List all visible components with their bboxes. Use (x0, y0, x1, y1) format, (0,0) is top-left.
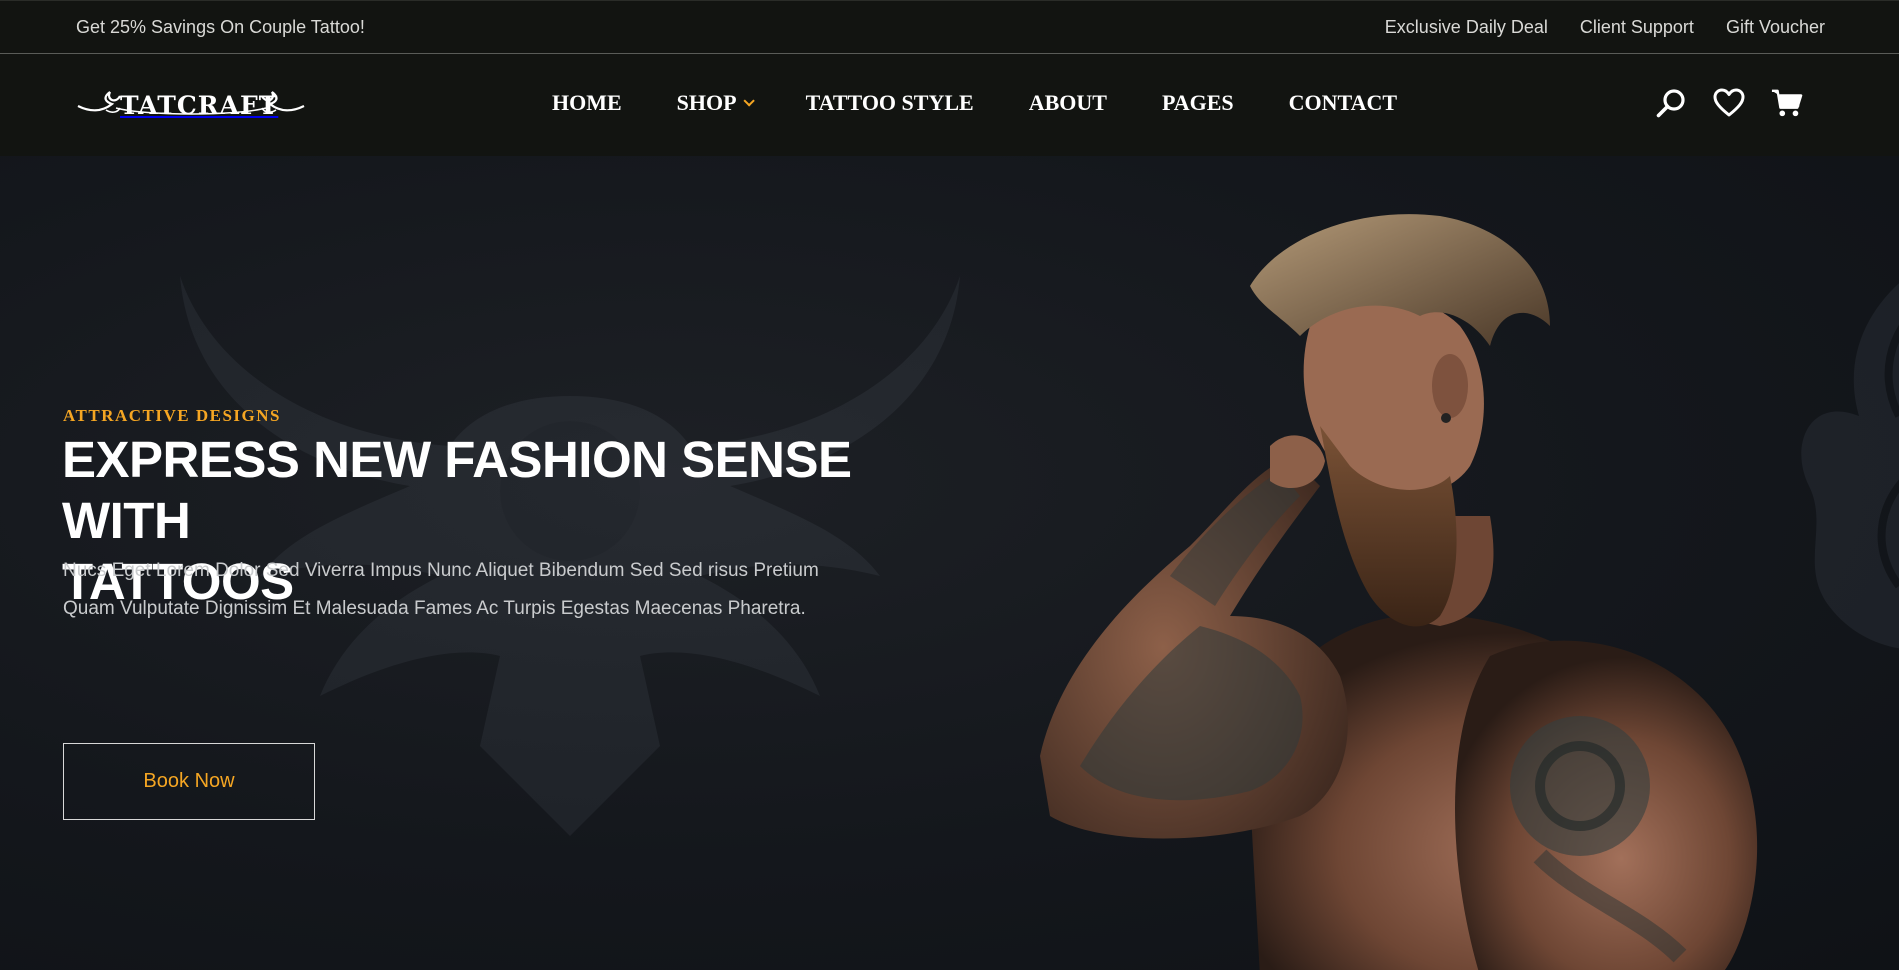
top-link-gift-voucher[interactable]: Gift Voucher (1726, 17, 1825, 38)
nav-shop-label: SHOP (676, 90, 737, 115)
nav-contact[interactable]: CONTACT (1289, 90, 1397, 116)
nav-contact-label: CONTACT (1288, 90, 1398, 115)
cart-icon[interactable] (1771, 86, 1803, 120)
site-logo[interactable]: TATCRAFT (76, 82, 306, 128)
top-link-client-support[interactable]: Client Support (1580, 17, 1694, 38)
nav-home[interactable]: HOME (552, 90, 622, 116)
top-links: Exclusive Daily Deal Client Support Gift… (1385, 17, 1825, 38)
hero-section: ATTRACTIVE DESIGNS EXPRESS NEW FASHION S… (0, 156, 1899, 970)
nav-pages[interactable]: PAGES (1162, 90, 1234, 116)
hero-description-line-1: Nucs Eget Lorem Dolor Sed Viverra Impus … (63, 560, 819, 581)
hero-description: Nucs Eget Lorem Dolor Sed Viverra Impus … (63, 552, 923, 628)
main-nav: HOME SHOP TATTOO STYLE ABOUT PAGES CONTA… (552, 90, 1397, 116)
book-now-button[interactable]: Book Now (63, 743, 315, 820)
main-header: TATCRAFT HOME SHOP TATTOO STYLE ABOUT PA… (0, 54, 1899, 156)
nav-shop[interactable]: SHOP (676, 90, 755, 116)
hero-eyebrow: ATTRACTIVE DESIGNS (63, 406, 281, 425)
hero-headline-line-1: EXPRESS NEW FASHION SENSE WITH (62, 431, 852, 549)
top-bar: Get 25% Savings On Couple Tattoo! Exclus… (0, 0, 1899, 54)
heart-icon[interactable] (1713, 86, 1745, 120)
logo-text: TATCRAFT (120, 90, 279, 120)
nav-tattoo-style-label: TATTOO STYLE (805, 90, 974, 115)
chevron-down-icon (743, 95, 755, 107)
search-icon[interactable] (1655, 86, 1687, 120)
promo-text: Get 25% Savings On Couple Tattoo! (76, 16, 365, 37)
hero-description-line-2: Quam Vulputate Dignissim Et Malesuada Fa… (63, 598, 806, 619)
nav-pages-label: PAGES (1161, 90, 1234, 115)
header-icons (1655, 86, 1803, 120)
top-link-exclusive-daily-deal[interactable]: Exclusive Daily Deal (1385, 17, 1548, 38)
tattooed-model-image (1040, 214, 1758, 970)
nav-home-label: HOME (552, 90, 622, 115)
nav-tattoo-style[interactable]: TATTOO STYLE (806, 90, 974, 116)
nav-about[interactable]: ABOUT (1029, 90, 1107, 116)
nav-about-label: ABOUT (1028, 90, 1107, 115)
